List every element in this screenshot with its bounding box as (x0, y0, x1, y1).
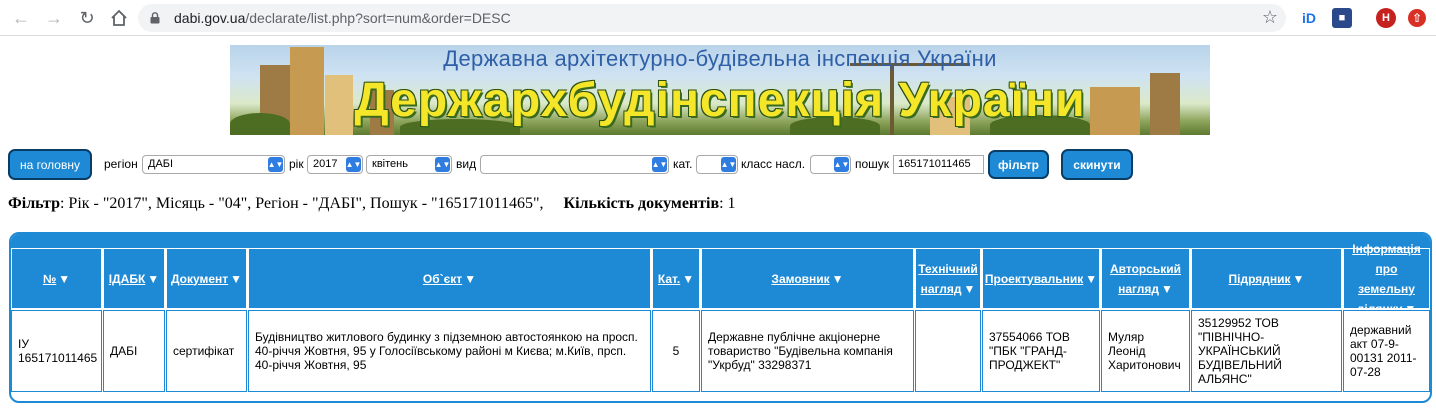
column-header-number[interactable]: № ▼ (11, 248, 102, 309)
month-select-value: квітень (372, 158, 408, 170)
column-header-idabk-label[interactable]: ІДАБК (109, 272, 146, 286)
column-header-author-supervision[interactable]: Авторський нагляд ▼ (1101, 248, 1190, 309)
cell-object: Будівництво житлового будинку з підземно… (248, 310, 651, 392)
class-select[interactable]: ▲▼ (810, 155, 851, 174)
column-header-customer[interactable]: Замовник ▼ (701, 248, 914, 309)
column-header-contractor[interactable]: Підрядник ▼ (1191, 248, 1342, 309)
extension-id-icon[interactable]: iD (1299, 8, 1319, 28)
sort-arrow-icon: ▼ (963, 281, 976, 296)
bookmark-star-icon[interactable]: ☆ (1262, 7, 1278, 28)
column-header-tech-supervision[interactable]: Технічний нагляд ▼ (915, 248, 981, 309)
sort-arrow-icon: ▼ (1085, 271, 1098, 286)
search-input[interactable]: 165171011465 (893, 155, 984, 174)
sort-arrow-icon: ▼ (1292, 271, 1305, 286)
sort-arrow-icon: ▼ (58, 271, 71, 286)
column-header-object[interactable]: Об`єкт ▼ (248, 248, 651, 309)
year-label: рік (289, 157, 304, 171)
home-icon[interactable] (108, 7, 130, 29)
forward-arrow-icon[interactable]: → (43, 7, 65, 29)
column-header-customer-label[interactable]: Замовник (771, 272, 829, 286)
cell-customer: Державне публічне акціонерне товариство … (701, 310, 914, 392)
year-select-value: 2017 (313, 158, 338, 170)
cell-number: ІУ 165171011465 (11, 310, 102, 392)
search-label: пошук (855, 157, 890, 171)
column-header-designer-label[interactable]: Проектувальник (985, 272, 1083, 286)
table-top-bar (11, 234, 1430, 248)
profile-avatar[interactable]: H (1376, 8, 1396, 28)
sort-arrow-icon: ▼ (464, 271, 477, 286)
select-arrows-icon: ▲▼ (346, 157, 361, 172)
banner-title: Держархбудінспекція України (354, 74, 1086, 127)
column-header-object-label[interactable]: Об`єкт (423, 272, 462, 286)
back-arrow-icon[interactable]: ← (10, 7, 32, 29)
column-header-idabk[interactable]: ІДАБК ▼ (103, 248, 165, 309)
cell-category: 5 (652, 310, 700, 392)
cell-document: сертифікат (166, 310, 247, 392)
select-arrows-icon: ▲▼ (435, 157, 450, 172)
sort-arrow-icon: ▼ (1161, 281, 1173, 296)
type-label: вид (456, 157, 477, 171)
home-button[interactable]: на головну (8, 149, 92, 180)
url-host: dabi.gov.ua (174, 10, 246, 26)
extension-image-icon[interactable]: ■ (1332, 8, 1352, 28)
column-header-contractor-label[interactable]: Підрядник (1229, 272, 1291, 286)
sort-arrow-icon: ▼ (831, 271, 844, 286)
filter-summary-label: Фільтр (8, 195, 60, 212)
update-arrow-icon[interactable]: ⇧ (1408, 9, 1426, 27)
column-header-land-info[interactable]: Інформація про земельну ділянку ▼ (1343, 242, 1430, 316)
select-arrows-icon: ▲▼ (268, 157, 283, 172)
region-label: регіон (104, 157, 138, 171)
lock-icon (150, 12, 160, 24)
cell-contractor: 35129952 ТОВ "ПІВНІЧНО-УКРАЇНСЬКИЙ БУДІВ… (1191, 310, 1342, 392)
cell-tech-supervision (915, 310, 981, 392)
url-text: dabi.gov.ua/declarate/list.php?sort=num&… (174, 10, 511, 26)
class-label: класс насл. (741, 157, 806, 171)
url-path: /declarate/list.php?sort=num&order=DESC (245, 10, 511, 26)
reset-button[interactable]: скинути (1061, 149, 1133, 180)
column-header-category-label[interactable]: Кат. (658, 272, 680, 286)
month-select[interactable]: квітень ▲▼ (366, 155, 452, 174)
category-select[interactable]: ▲▼ (696, 155, 738, 174)
cell-land-info: державний акт 07-9-00131 2011-07-28 (1343, 310, 1430, 392)
select-arrows-icon: ▲▼ (834, 157, 849, 172)
results-table: № ▼ ІДАБК ▼ Документ ▼ Об`єкт ▼ Кат. ▼ Замовн… (9, 232, 1432, 403)
sort-arrow-icon: ▼ (147, 271, 160, 286)
extension-id-label: iD (1302, 10, 1316, 26)
category-label: кат. (673, 157, 693, 171)
cell-designer: 37554066 ТОВ "ПБК "ГРАНД-ПРОДЖЕКТ" (982, 310, 1100, 392)
column-header-designer[interactable]: Проектувальник ▼ (982, 248, 1100, 309)
document-count-value: : 1 (719, 195, 736, 212)
cell-idabk: ДАБІ (103, 310, 165, 392)
filter-summary-text: : Рік - "2017", Місяць - "04", Регіон - … (59, 195, 544, 212)
document-count-label: Кількість документів (563, 195, 720, 212)
select-arrows-icon: ▲▼ (652, 157, 667, 172)
column-header-category[interactable]: Кат. ▼ (652, 248, 700, 309)
cell-author-supervision: Муляр Леонід Харитонович (1101, 310, 1190, 392)
select-arrows-icon: ▲▼ (721, 157, 736, 172)
column-header-document[interactable]: Документ ▼ (166, 248, 247, 309)
banner-subtitle: Державна архітектурно-будівельна інспекц… (443, 46, 997, 71)
type-select[interactable]: ▲▼ (480, 155, 669, 174)
sort-arrow-icon: ▼ (230, 271, 243, 286)
filter-summary: Фільтр: Рік - "2017", Місяць - "04", Рег… (8, 195, 736, 213)
avatar-letter: H (1382, 12, 1390, 24)
column-header-number-label[interactable]: № (43, 272, 56, 286)
site-banner: Державна архітектурно-будівельна інспекц… (230, 45, 1210, 135)
year-select[interactable]: 2017 ▲▼ (307, 155, 363, 174)
region-select[interactable]: ДАБІ ▲▼ (142, 155, 285, 174)
filter-button[interactable]: фільтр (988, 150, 1049, 179)
region-select-value: ДАБІ (148, 158, 174, 170)
reload-icon[interactable]: ↻ (76, 7, 98, 29)
browser-toolbar: ← → ↻ dabi.gov.ua/declarate/list.php?sor… (0, 0, 1436, 36)
sort-arrow-icon: ▼ (682, 271, 695, 286)
address-bar[interactable]: dabi.gov.ua/declarate/list.php?sort=num&… (138, 4, 1286, 32)
column-header-document-label[interactable]: Документ (171, 272, 228, 286)
